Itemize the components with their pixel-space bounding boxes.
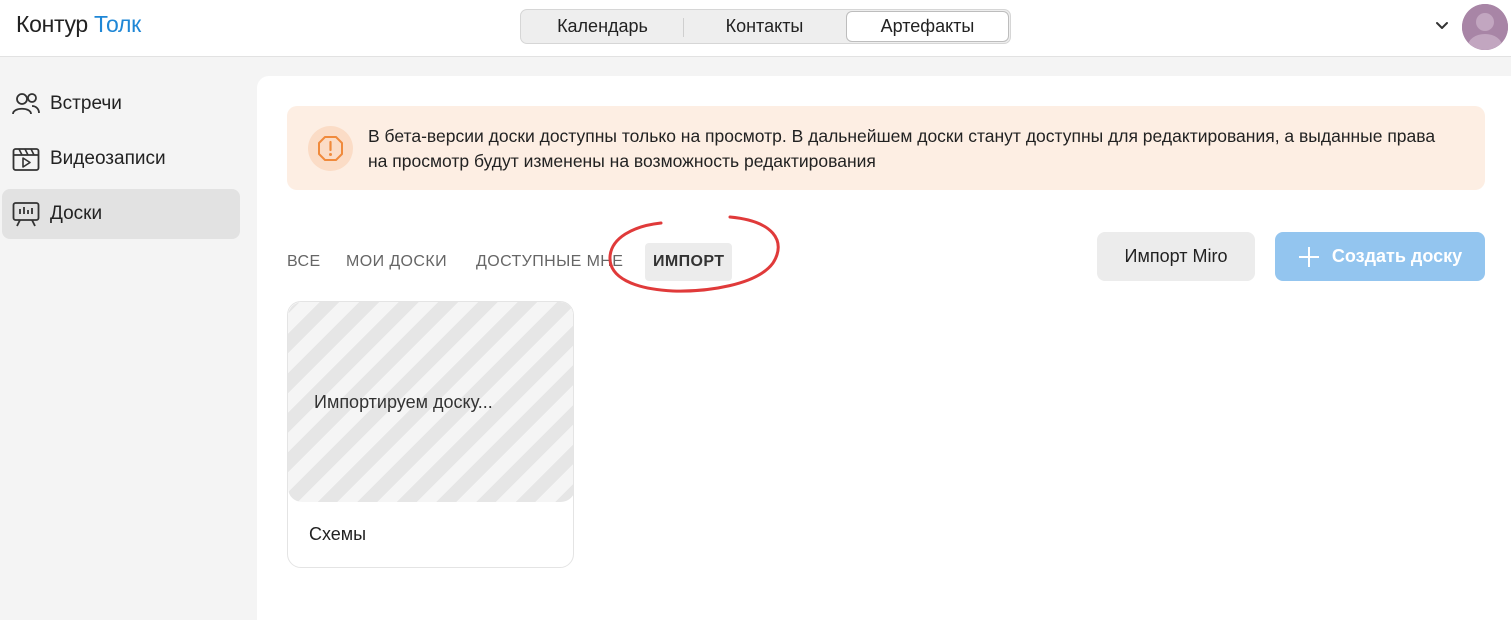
import-miro-button[interactable]: Импорт Miro [1097,232,1255,281]
people-icon [12,91,40,117]
tab-contacts[interactable]: Контакты [683,11,846,42]
create-board-button[interactable]: Создать доску [1275,232,1485,281]
sidebar-item-label: Встречи [50,93,122,114]
video-icon [12,146,40,172]
sidebar-item-label: Видеозаписи [50,148,166,169]
import-status-text: Импортируем доску... [314,392,493,412]
filter-import[interactable]: ИМПОРТ [645,243,733,281]
board-icon [12,201,40,227]
sidebar-item-boards[interactable]: Доски [2,189,240,239]
sidebar-item-label: Доски [50,203,103,224]
sidebar: Встречи Видеозаписи Доски [0,57,256,620]
main-tabs: Календарь Контакты Артефакты [520,9,1011,44]
logo-brand: Контур [16,11,88,37]
sidebar-item-meetings[interactable]: Встречи [2,79,240,129]
warning-icon [308,126,353,171]
board-name: Схемы [309,524,367,544]
beta-notice-text: В бета-версии доски доступны только на п… [368,126,1436,171]
filter-my-boards[interactable]: МОИ ДОСКИ [346,244,447,280]
main-content: В бета-версии доски доступны только на п… [257,76,1511,620]
top-bar: Контур Толк Календарь Контакты Артефакты [0,0,1511,57]
filter-all[interactable]: ВСЕ [287,244,321,280]
create-board-label: Создать доску [1331,246,1463,266]
sidebar-item-recordings[interactable]: Видеозаписи [2,134,240,184]
chevron-down-icon[interactable] [1434,17,1450,33]
avatar[interactable] [1462,4,1508,50]
tab-calendar[interactable]: Календарь [522,11,683,42]
filter-shared-with-me[interactable]: ДОСТУПНЫЕ МНЕ [476,244,623,280]
tab-artifacts[interactable]: Артефакты [846,11,1009,42]
app-logo[interactable]: Контур Толк [16,11,141,38]
beta-notice-banner: В бета-версии доски доступны только на п… [287,106,1485,190]
logo-product: Толк [94,11,141,37]
plus-icon [1298,246,1319,267]
board-card[interactable]: Импортируем доску... Схемы [287,301,574,568]
